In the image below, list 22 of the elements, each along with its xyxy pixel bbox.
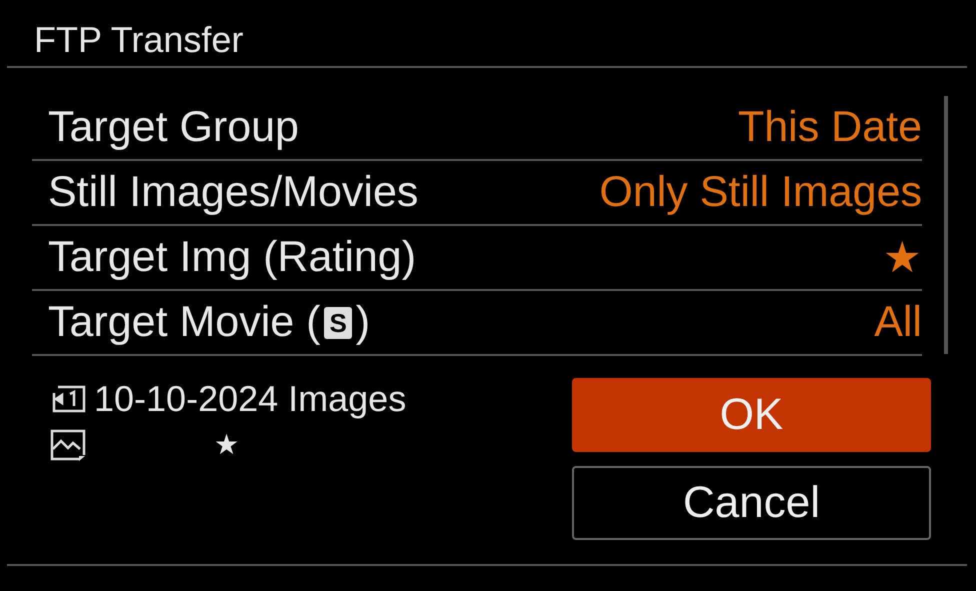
ok-button[interactable]: OK (572, 378, 931, 452)
setting-label: Target Group (48, 103, 299, 152)
setting-row[interactable]: Still Images/Movies Only Still Images (32, 161, 922, 226)
rating-text: ★ (214, 428, 239, 461)
image-icon (50, 428, 86, 460)
screen-title: FTP Transfer (33, 18, 244, 62)
s-badge: S (324, 306, 352, 338)
setting-value: Only Still Images (599, 168, 922, 217)
setting-row[interactable]: Target Movie ( S ) All (32, 291, 922, 356)
setting-label: Target Movie ( (48, 298, 320, 347)
target-text: 10-10-2024 Images (94, 378, 406, 420)
setting-label: Still Images/Movies (48, 168, 418, 217)
cancel-button[interactable]: Cancel (572, 466, 931, 540)
setting-label: Target Img (Rating) (48, 233, 416, 282)
setting-label: ) (356, 298, 370, 347)
setting-row[interactable]: Target Img (Rating) ★ (32, 226, 922, 291)
scrollbar[interactable] (944, 96, 948, 354)
setting-value: All (874, 298, 922, 347)
setting-value: This Date (738, 103, 922, 152)
setting-row[interactable]: Target Group This Date (32, 96, 922, 161)
card-slot-icon (50, 384, 86, 414)
setting-value: ★ (883, 233, 922, 283)
